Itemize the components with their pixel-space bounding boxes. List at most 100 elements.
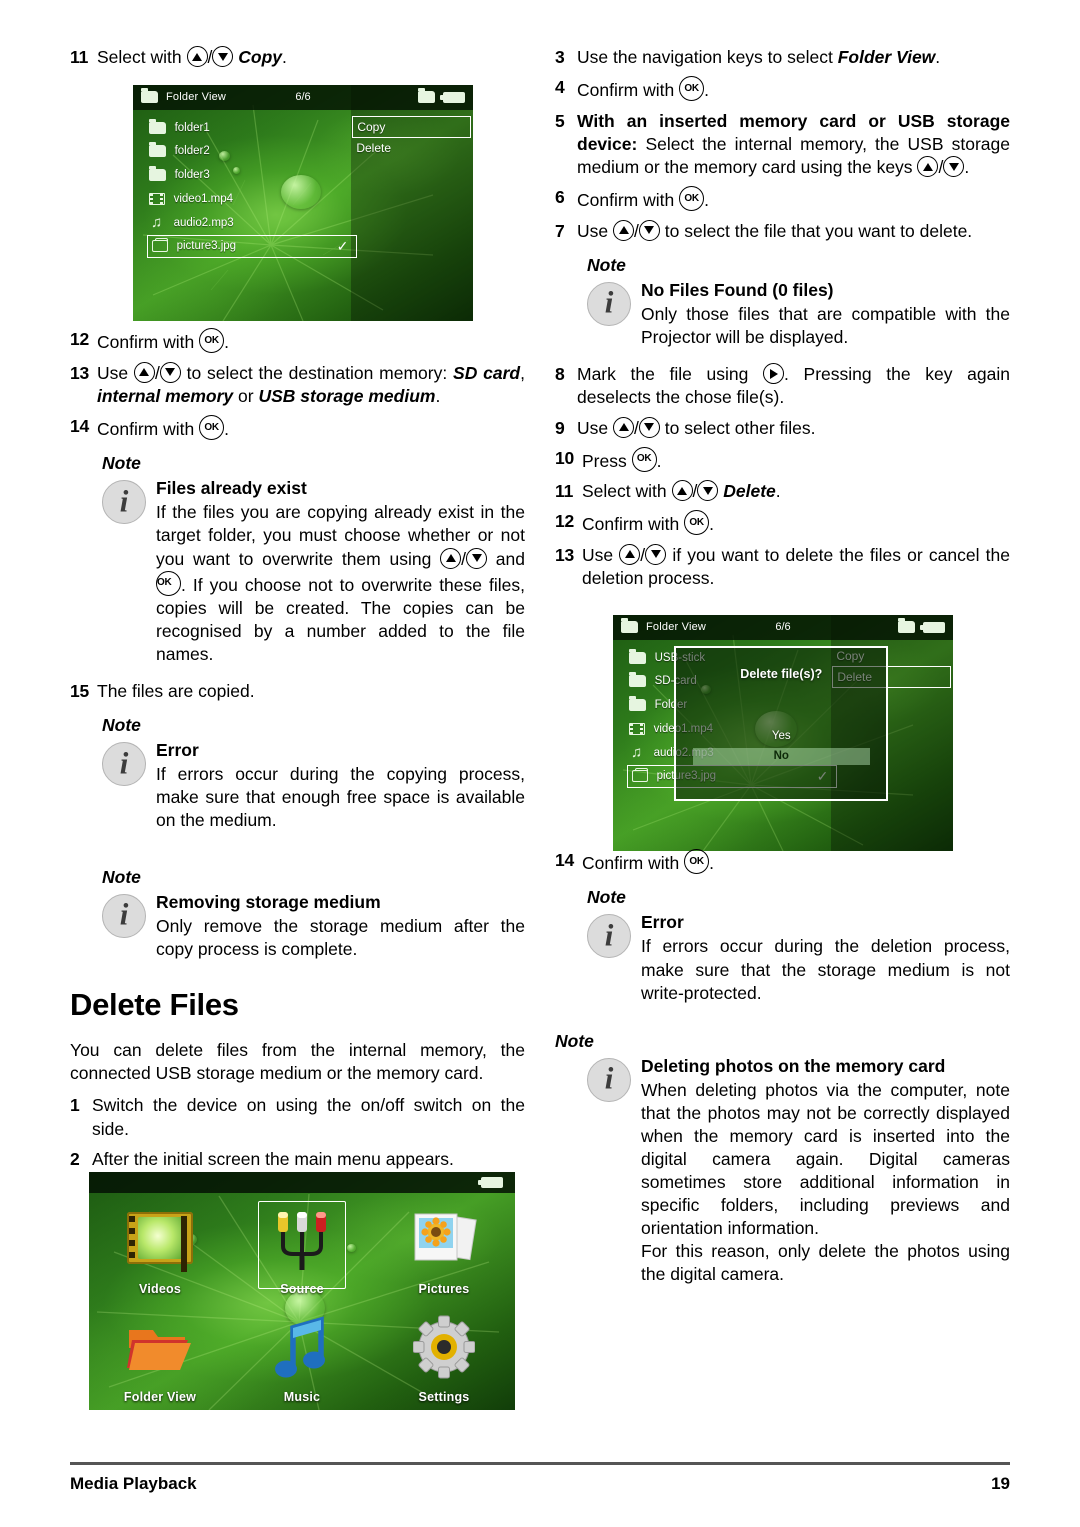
dialog-yes-option[interactable]: Yes — [676, 730, 886, 742]
step-text-tail: . — [704, 190, 709, 211]
dialog-question: Delete file(s)? — [740, 667, 823, 682]
note-body: Deleting photos on the memory card When … — [587, 1056, 1010, 1287]
pictures-icon — [405, 1200, 483, 1278]
note-body: Removing storage medium Only remove the … — [102, 892, 525, 961]
context-menu-item-copy[interactable]: Copy — [352, 115, 472, 138]
step-text-pre: Confirm with — [97, 419, 195, 440]
note-files-already-exist: Note Files already exist If the files yo… — [102, 453, 525, 666]
main-menu-grid[interactable]: Videos Source Pictures Folder View Music… — [89, 1193, 515, 1410]
note-content: Deleting photos on the memory card When … — [641, 1056, 1010, 1287]
menu-item-delete: Delete — [723, 481, 776, 502]
step-text: Confirm with . — [582, 849, 1010, 875]
open-folder-icon — [127, 1329, 191, 1370]
up-key-icon — [671, 480, 693, 502]
list-item[interactable]: folder3 — [147, 163, 358, 187]
list-item[interactable]: video1.mp4 — [147, 187, 358, 211]
step-text-pre: Use — [577, 220, 609, 241]
page-title: Delete Files — [70, 986, 239, 1022]
menu-item-settings[interactable]: Settings — [373, 1302, 515, 1410]
footer-divider — [70, 1462, 1010, 1465]
ok-key-icon — [684, 849, 710, 875]
down-key-icon — [466, 547, 488, 569]
step-13-delete-or-cancel: 13 Use / if you want to delete the files… — [555, 543, 1010, 591]
folder-icon — [148, 118, 166, 134]
step-text-tail: . — [282, 47, 287, 67]
note-body: Error If errors occur during the copying… — [102, 740, 525, 832]
up-key-icon — [133, 361, 155, 383]
step-7-select-file: 7 Use / to select the file that you want… — [555, 219, 1010, 243]
note-paragraph: When deleting photos via the computer, n… — [641, 1079, 1010, 1239]
step-text-pre: Press — [582, 450, 627, 471]
step-text: Select with / Delete. — [582, 480, 1010, 503]
film-icon — [148, 192, 165, 205]
step-text: Confirm with . — [577, 186, 1010, 212]
step-number: 4 — [555, 77, 565, 98]
step-number: 13 — [70, 362, 90, 383]
list-item[interactable]: ♫ audio2.mp3 — [147, 211, 358, 235]
screenshot-delete-dialog: Folder View 6/6 USB-stick SD-card — [613, 615, 953, 851]
file-name: audio2.mp3 — [173, 216, 234, 229]
menu-item-videos[interactable]: Videos — [89, 1193, 231, 1301]
menu-item-source[interactable]: Source — [231, 1193, 373, 1301]
note-paragraph: If the files you are copying already exi… — [156, 501, 525, 666]
step-text-tail: . — [709, 853, 714, 874]
step-text-pre: Confirm with — [582, 514, 680, 535]
step-5-inserted-memory: 5 With an inserted memory card or USB st… — [555, 110, 1010, 180]
context-menu-item-delete[interactable]: Delete — [352, 138, 471, 158]
step-text-post: to select other files. — [664, 417, 816, 438]
up-key-icon — [619, 543, 641, 565]
option-conjunction: or — [238, 385, 254, 406]
step-text-pre: Confirm with — [577, 80, 675, 101]
option-separator: , — [520, 362, 525, 383]
step-text: Use / to select other files. — [577, 416, 1010, 440]
picture-icon — [631, 768, 648, 783]
folder-icon — [121, 1308, 199, 1386]
step-text-tail: . — [964, 157, 970, 178]
step-number: 11 — [70, 47, 89, 67]
status-icons — [898, 618, 945, 634]
menu-item-pictures[interactable]: Pictures — [373, 1193, 515, 1301]
step-4-confirm: 4 Confirm with . — [555, 76, 1010, 102]
info-icon — [587, 281, 631, 326]
footer-page-number: 19 — [991, 1474, 1010, 1493]
music-note-icon — [275, 1316, 325, 1378]
up-key-icon — [613, 219, 634, 241]
menu-item-label: Settings — [418, 1389, 470, 1404]
menu-item-folder-view[interactable]: Folder View — [89, 1302, 231, 1410]
step-text-tail: . — [435, 385, 441, 406]
step-number: 1 — [70, 1095, 80, 1116]
step-12-confirm: 12 Confirm with . — [555, 510, 1010, 536]
list-item[interactable]: folder1 — [147, 116, 358, 140]
dialog-no-option-selected[interactable]: No — [693, 747, 870, 765]
step-text: Press . — [582, 446, 1010, 473]
step-text-tail: . — [656, 450, 662, 471]
up-key-icon — [917, 156, 939, 178]
menu-item-music[interactable]: Music — [231, 1302, 373, 1410]
delete-confirm-dialog[interactable]: Delete file(s)? Yes No — [674, 645, 889, 802]
gear-icon — [413, 1315, 475, 1379]
footer-section-name: Media Playback — [70, 1474, 197, 1493]
step-text-pre: Confirm with — [577, 190, 675, 211]
folder-icon — [148, 166, 166, 182]
step-text-tail: . — [775, 481, 781, 502]
list-item[interactable]: folder2 — [147, 139, 358, 163]
context-menu[interactable]: Copy Delete — [352, 115, 472, 158]
step-text: Confirm with . — [97, 415, 525, 441]
left-column: 11 Select with / Copy. Folder View 6/6 f… — [70, 46, 525, 1428]
file-name: folder3 — [174, 169, 210, 182]
note-content: Error If errors occur during the deletio… — [641, 912, 1010, 1004]
note-text-d: . If you choose not to overwrite these f… — [156, 574, 525, 664]
menu-item-label: Folder View — [123, 1389, 197, 1404]
down-key-icon — [159, 361, 181, 383]
step-number: 7 — [555, 220, 565, 241]
step-number: 2 — [70, 1148, 80, 1169]
step-text-pre: Select with — [97, 47, 182, 67]
note-icon: ♫ — [150, 214, 163, 232]
step-14-confirm: 14 Confirm with . — [70, 415, 525, 441]
step-text: Confirm with . — [577, 76, 1010, 102]
step-text-tail: . — [704, 80, 709, 101]
step-text: Use / if you want to delete the files or… — [582, 543, 1010, 591]
manual-page: 11 Select with / Copy. Folder View 6/6 f… — [0, 0, 1080, 1527]
list-item-selected[interactable]: picture3.jpg ✓ — [146, 234, 358, 259]
file-list[interactable]: folder1 folder2 folder3 video1.mp4 ♫ aud… — [146, 116, 358, 305]
